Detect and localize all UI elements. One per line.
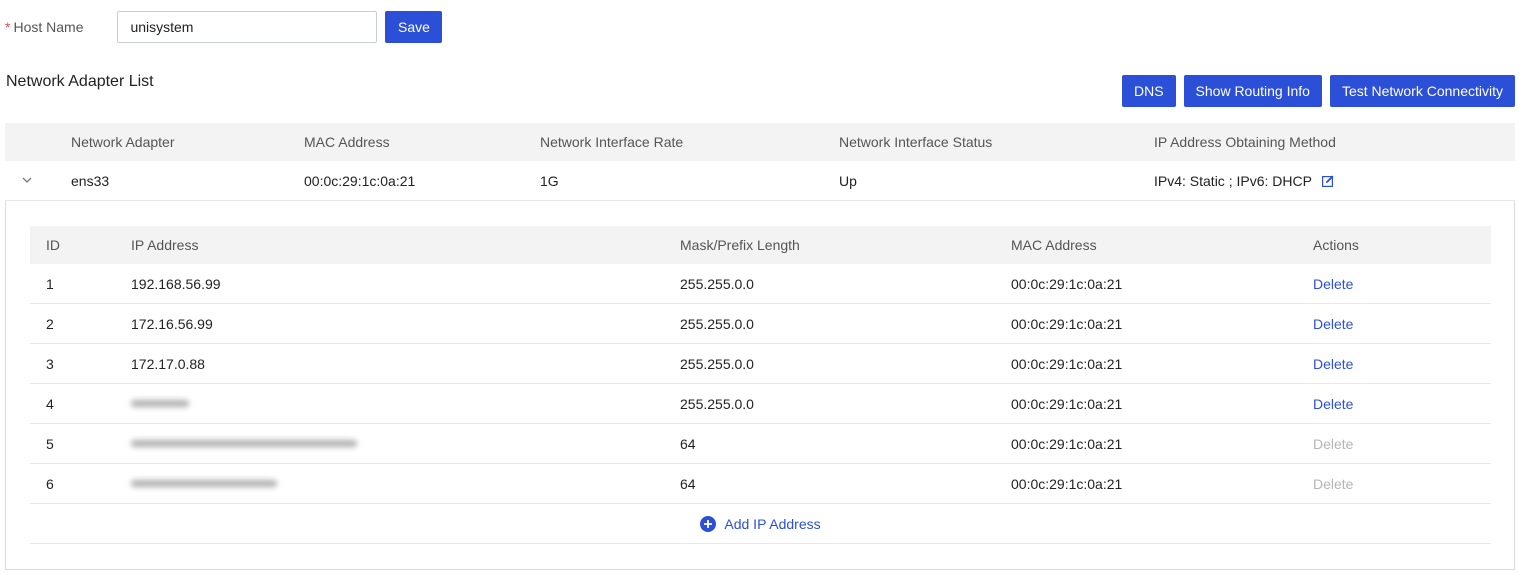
row-mac: 00:0c:29:1c:0a:21 (1011, 435, 1123, 452)
header-ip-address: IP Address (131, 237, 199, 253)
row-id: 4 (46, 395, 54, 412)
expanded-ip-panel: ID IP Address Mask/Prefix Length MAC Add… (5, 201, 1515, 570)
delete-link[interactable]: Delete (1313, 396, 1353, 412)
row-id: 6 (46, 475, 54, 492)
host-name-input[interactable] (117, 11, 378, 43)
row-mac: 00:0c:29:1c:0a:21 (1011, 275, 1123, 292)
row-ip: 172.16.56.99 (131, 315, 213, 332)
row-mac: 00:0c:29:1c:0a:21 (1011, 395, 1123, 412)
table-row: 1 192.168.56.99 255.255.0.0 00:0c:29:1c:… (30, 264, 1491, 304)
row-ip-redacted (131, 436, 680, 452)
add-ip-address-button[interactable]: Add IP Address (700, 515, 821, 532)
row-id: 5 (46, 435, 54, 452)
table-row: 2 172.16.56.99 255.255.0.0 00:0c:29:1c:0… (30, 304, 1491, 344)
table-row: 3 172.17.0.88 255.255.0.0 00:0c:29:1c:0a… (30, 344, 1491, 384)
adapter-mac: 00:0c:29:1c:0a:21 (304, 172, 416, 189)
header-ip-mac: MAC Address (1011, 237, 1097, 253)
row-mac: 00:0c:29:1c:0a:21 (1011, 475, 1123, 492)
ip-address-table: ID IP Address Mask/Prefix Length MAC Add… (30, 226, 1491, 544)
row-id: 3 (46, 355, 54, 372)
row-id: 2 (46, 315, 54, 332)
row-mask: 64 (680, 475, 696, 492)
chevron-down-icon[interactable] (21, 174, 33, 186)
adapter-ip-method-cell: IPv4: Static ; IPv6: DHCP (1154, 173, 1515, 189)
row-mask: 255.255.0.0 (680, 315, 754, 332)
table-row: 5 64 00:0c:29:1c:0a:21 Delete (30, 424, 1491, 464)
plus-circle-icon[interactable] (700, 515, 717, 532)
row-mac: 00:0c:29:1c:0a:21 (1011, 355, 1123, 372)
delete-link[interactable]: Delete (1313, 316, 1353, 332)
adapter-table-header: Network Adapter MAC Address Network Inte… (5, 123, 1515, 161)
row-ip: 172.17.0.88 (131, 355, 205, 372)
header-mac-address: MAC Address (304, 134, 390, 150)
row-mask: 64 (680, 435, 696, 452)
add-ip-row: Add IP Address (30, 504, 1491, 544)
adapter-status: Up (839, 172, 857, 189)
ip-table-header: ID IP Address Mask/Prefix Length MAC Add… (30, 226, 1491, 264)
adapter-rate: 1G (540, 172, 559, 189)
header-ip-method: IP Address Obtaining Method (1154, 134, 1336, 150)
header-network-adapter: Network Adapter (71, 134, 175, 150)
row-id: 1 (46, 275, 54, 292)
row-mask: 255.255.0.0 (680, 355, 754, 372)
table-row: 6 64 00:0c:29:1c:0a:21 Delete (30, 464, 1491, 504)
host-name-label: Host Name (13, 19, 84, 35)
header-interface-status: Network Interface Status (839, 134, 993, 150)
delete-link-disabled: Delete (1313, 435, 1354, 452)
edit-icon[interactable] (1321, 175, 1334, 187)
add-ip-address-label[interactable]: Add IP Address (724, 516, 820, 532)
redacted-ip-placeholder (131, 479, 277, 487)
show-routing-info-button[interactable]: Show Routing Info (1183, 75, 1322, 107)
test-network-connectivity-button[interactable]: Test Network Connectivity (1329, 75, 1515, 107)
row-ip-redacted (131, 396, 680, 412)
redacted-ip-placeholder (131, 399, 189, 407)
expand-toggle[interactable] (5, 173, 71, 189)
table-row: 4 255.255.0.0 00:0c:29:1c:0a:21 Delete (30, 384, 1491, 424)
row-mask: 255.255.0.0 (680, 275, 754, 292)
table-row: ens33 00:0c:29:1c:0a:21 1G Up IPv4: Stat… (5, 161, 1515, 201)
dns-button[interactable]: DNS (1121, 75, 1176, 107)
header-id: ID (46, 237, 60, 253)
row-ip: 192.168.56.99 (131, 275, 221, 292)
adapter-table: Network Adapter MAC Address Network Inte… (5, 123, 1515, 201)
action-bar: DNS Show Routing Info Test Network Conne… (1121, 75, 1515, 107)
section-title: Network Adapter List (6, 73, 154, 90)
redacted-ip-placeholder (131, 439, 357, 447)
required-mark: * (5, 19, 11, 35)
header-actions: Actions (1313, 237, 1359, 253)
host-name-row: * Host Name Save (5, 11, 443, 43)
adapter-name: ens33 (71, 172, 110, 189)
delete-link-disabled: Delete (1313, 475, 1354, 492)
row-ip-redacted (131, 476, 680, 492)
save-button[interactable]: Save (385, 11, 443, 43)
delete-link[interactable]: Delete (1313, 356, 1353, 372)
delete-link[interactable]: Delete (1313, 276, 1353, 292)
row-mac: 00:0c:29:1c:0a:21 (1011, 315, 1123, 332)
header-interface-rate: Network Interface Rate (540, 134, 684, 150)
header-mask: Mask/Prefix Length (680, 237, 800, 253)
row-mask: 255.255.0.0 (680, 395, 754, 412)
adapter-ip-method: IPv4: Static ; IPv6: DHCP (1154, 172, 1312, 189)
